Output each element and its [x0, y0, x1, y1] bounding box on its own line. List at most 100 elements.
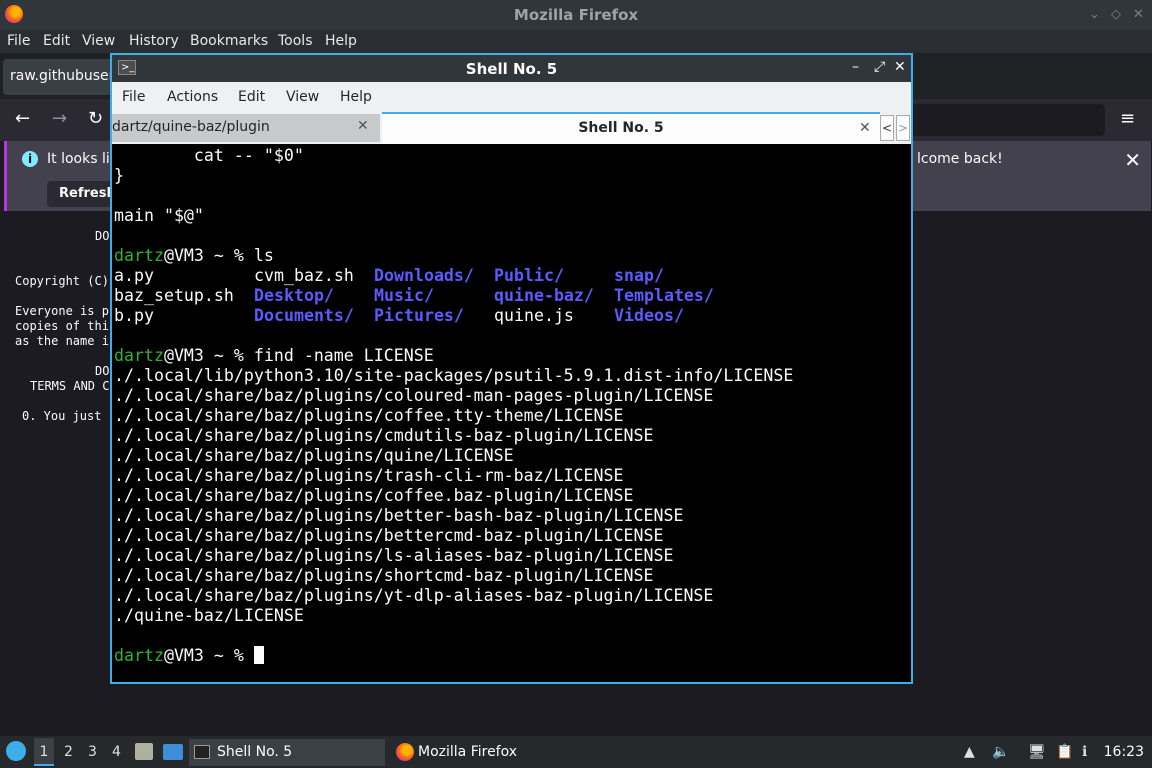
- page-text-line: DO: [95, 229, 110, 243]
- menu-edit[interactable]: Edit: [43, 33, 70, 49]
- prompt-host: @VM3 ~ %: [163, 246, 254, 265]
- tab-label: dartz/quine-baz/plugin: [112, 119, 270, 135]
- find-result-line: ./.local/share/baz/plugins/better-bash-b…: [114, 506, 684, 525]
- ls-entry: cvm_baz.sh: [254, 266, 354, 285]
- taskbar-item-label: Mozilla Firefox: [418, 744, 518, 760]
- notification-icon[interactable]: ℹ: [1082, 744, 1087, 760]
- notice-text-tail: lcome back!: [917, 151, 1003, 167]
- konsole-window-title: Shell No. 5: [465, 60, 558, 78]
- tab-shell-no-5[interactable]: Shell No. 5 ✕: [382, 112, 880, 144]
- notice-text: It looks lik: [47, 151, 118, 167]
- volume-icon[interactable]: 🔈: [992, 744, 1009, 760]
- terminal-line: main "$@": [114, 206, 204, 225]
- workspace-2[interactable]: 2: [64, 744, 73, 760]
- minimize-icon[interactable]: –: [852, 59, 859, 75]
- menu-actions[interactable]: Actions: [167, 89, 218, 105]
- menu-history[interactable]: History: [129, 33, 179, 49]
- taskbar-item-shell[interactable]: Shell No. 5: [189, 739, 385, 766]
- clock[interactable]: 16:23: [1104, 744, 1144, 760]
- konsole-window: >_ Shell No. 5 – ⤢ ✕ File Actions Edit V…: [110, 53, 913, 684]
- text-cursor: [253, 646, 264, 664]
- menu-help[interactable]: Help: [340, 89, 372, 105]
- menu-file[interactable]: File: [7, 33, 30, 49]
- terminal-line: }: [114, 166, 124, 185]
- prompt-line: dartz@VM3 ~ % ls: [114, 246, 274, 266]
- ls-dir-entry: Downloads/: [374, 266, 474, 285]
- back-icon[interactable]: ←: [15, 108, 30, 129]
- find-result-line: ./.local/share/baz/plugins/coloured-man-…: [114, 386, 714, 405]
- ls-entry: baz_setup.sh: [114, 286, 234, 305]
- find-result-line: ./.local/share/baz/plugins/ls-aliases-ba…: [114, 546, 674, 565]
- menu-view[interactable]: View: [286, 89, 319, 105]
- terminal-line: cat -- "$0": [114, 146, 304, 165]
- firefox-logo-icon: [396, 743, 414, 761]
- ls-dir-entry: Documents/: [254, 306, 354, 325]
- workspace-3[interactable]: 3: [88, 744, 97, 760]
- tab-quine-baz-plugin[interactable]: dartz/quine-baz/plugin ✕: [112, 114, 380, 142]
- ls-dir-entry: Desktop/: [254, 286, 334, 305]
- page-text-line: copies of thi: [15, 319, 109, 333]
- menu-view[interactable]: View: [82, 33, 115, 49]
- ls-dir-entry: Pictures/: [374, 306, 464, 325]
- find-result-line: ./.local/share/baz/plugins/shortcmd-baz-…: [114, 566, 654, 585]
- menu-help[interactable]: Help: [325, 33, 357, 49]
- taskbar-item-firefox[interactable]: Mozilla Firefox: [392, 739, 592, 766]
- find-result-line: ./.local/share/baz/plugins/cmdutils-baz-…: [114, 426, 654, 445]
- command-text: ls: [253, 246, 274, 265]
- page-text-line: TERMS AND C: [30, 379, 110, 393]
- close-icon[interactable]: ✕: [1133, 7, 1144, 22]
- firefox-tab-label: raw.githubuser: [10, 68, 115, 84]
- find-result-line: ./.local/share/baz/plugins/quine/LICENSE: [114, 446, 514, 465]
- url-bar[interactable]: [905, 104, 1105, 136]
- prompt-line: dartz@VM3 ~ %: [114, 646, 264, 666]
- forward-icon[interactable]: →: [52, 108, 67, 129]
- workspace-1[interactable]: 1: [34, 738, 54, 766]
- page-text-line: as the name i: [15, 334, 109, 348]
- page-text-line: Copyright (C): [15, 274, 109, 288]
- find-result-line: ./.local/share/baz/plugins/yt-dlp-aliase…: [114, 586, 714, 605]
- file-manager-icon[interactable]: [135, 743, 153, 760]
- page-text-line: Everyone is p: [15, 304, 109, 318]
- firefox-window-title: Mozilla Firefox: [513, 6, 639, 24]
- prompt-user: dartz: [114, 646, 164, 665]
- show-desktop-icon[interactable]: [163, 744, 183, 760]
- konsole-menubar: File Actions Edit View Help: [112, 82, 911, 112]
- close-icon[interactable]: ✕: [894, 59, 906, 75]
- ls-dir-entry: quine-baz/: [494, 286, 594, 305]
- find-result-line: ./quine-baz/LICENSE: [114, 606, 304, 625]
- menu-bookmarks[interactable]: Bookmarks: [190, 33, 268, 49]
- application-launcher-icon[interactable]: [6, 741, 26, 761]
- maximize-icon[interactable]: ⤢: [874, 59, 885, 75]
- ls-entry: a.py: [114, 266, 154, 285]
- minimize-icon[interactable]: ⌄: [1089, 7, 1100, 22]
- taskbar-item-label: Shell No. 5: [217, 744, 293, 760]
- hamburger-menu-icon[interactable]: ≡: [1120, 108, 1135, 129]
- prompt-line: dartz@VM3 ~ % find -name LICENSE: [114, 346, 434, 366]
- ls-dir-entry: Music/: [374, 286, 434, 305]
- maximize-icon[interactable]: ◇: [1111, 7, 1121, 22]
- prompt-user: dartz: [114, 246, 164, 265]
- tray-expand-icon[interactable]: ▲: [964, 744, 975, 760]
- menu-edit[interactable]: Edit: [238, 89, 265, 105]
- tab-close-icon[interactable]: ✕: [357, 118, 369, 134]
- firefox-tab[interactable]: raw.githubuser: [3, 59, 123, 95]
- find-result-line: ./.local/share/baz/plugins/bettercmd-baz…: [114, 526, 664, 545]
- tab-close-icon[interactable]: ✕: [859, 120, 871, 136]
- reload-icon[interactable]: ↻: [88, 108, 103, 129]
- menu-tools[interactable]: Tools: [278, 33, 313, 49]
- clipboard-icon[interactable]: 📋: [1056, 744, 1073, 760]
- find-result-line: ./.local/share/baz/plugins/trash-cli-rm-…: [114, 466, 624, 485]
- prompt-host: @VM3 ~ %: [163, 646, 254, 665]
- tab-scroll-left-icon[interactable]: <: [880, 115, 894, 141]
- page-text-line: 0. You just: [22, 409, 102, 423]
- ls-dir-entry: Public/: [494, 266, 564, 285]
- ls-dir-entry: snap/: [614, 266, 664, 285]
- menu-file[interactable]: File: [122, 89, 145, 105]
- refresh-button[interactable]: Refresh: [47, 181, 117, 207]
- terminal-output[interactable]: cat -- "$0" } main "$@" dartz@VM3 ~ % ls…: [114, 146, 909, 682]
- tab-scroll-right-icon[interactable]: >: [896, 115, 910, 141]
- firefox-menubar: File Edit View History Bookmarks Tools H…: [0, 30, 1152, 53]
- workspace-4[interactable]: 4: [112, 744, 121, 760]
- network-icon[interactable]: 🖥: [1028, 744, 1046, 760]
- notice-close-icon[interactable]: ✕: [1124, 148, 1141, 172]
